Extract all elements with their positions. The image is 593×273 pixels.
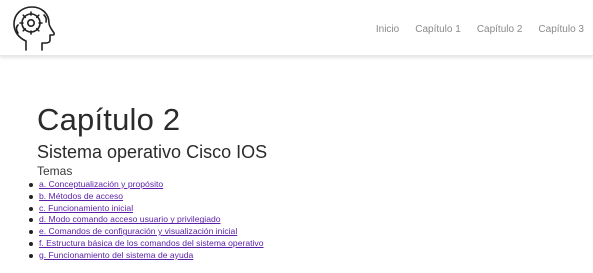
top-navbar: Inicio Capítulo 1 Capítulo 2 Capítulo 3 xyxy=(0,0,593,56)
bullet-icon xyxy=(29,194,33,199)
nav-link-capitulo-3[interactable]: Capítulo 3 xyxy=(538,24,584,35)
list-item: e. Comandos de configuración y visualiza… xyxy=(27,226,577,238)
topic-link-c[interactable]: c. Funcionamiento inicial xyxy=(39,203,133,213)
brain-gear-head-icon[interactable] xyxy=(9,5,59,53)
list-item: a. Conceptualización y propósito xyxy=(27,179,577,191)
topics-heading: Temas xyxy=(37,164,73,178)
bullet-icon xyxy=(29,253,33,258)
bullet-icon xyxy=(29,183,33,187)
main-nav: Inicio Capítulo 1 Capítulo 2 Capítulo 3 xyxy=(376,24,584,35)
list-item: g. Funcionamiento del sistema de ayuda xyxy=(27,250,577,262)
bullet-icon xyxy=(29,241,33,246)
topic-link-e[interactable]: e. Comandos de configuración y visualiza… xyxy=(39,226,237,236)
main-content: Capítulo 2 Sistema operativo Cisco IOS T… xyxy=(29,102,577,262)
topic-link-b[interactable]: b. Métodos de acceso xyxy=(39,191,123,201)
topic-link-f[interactable]: f. Estructura básica de los comandos del… xyxy=(39,238,264,248)
list-item: c. Funcionamiento inicial xyxy=(27,203,577,215)
bullet-icon xyxy=(29,218,33,223)
page-title: Capítulo 2 xyxy=(37,102,181,137)
bullet-icon xyxy=(29,206,33,211)
topic-list: a. Conceptualización y propósito b. Méto… xyxy=(27,179,577,262)
topic-link-g[interactable]: g. Funcionamiento del sistema de ayuda xyxy=(39,250,193,260)
nav-link-capitulo-1[interactable]: Capítulo 1 xyxy=(415,24,461,35)
list-item: f. Estructura básica de los comandos del… xyxy=(27,238,577,250)
list-item: b. Métodos de acceso xyxy=(27,191,577,203)
nav-link-inicio[interactable]: Inicio xyxy=(376,24,399,35)
bullet-icon xyxy=(29,230,33,235)
list-item: d. Modo comando acceso usuario y privile… xyxy=(27,214,577,226)
topic-link-d[interactable]: d. Modo comando acceso usuario y privile… xyxy=(39,214,221,224)
page-subtitle: Sistema operativo Cisco IOS xyxy=(37,142,268,162)
nav-link-capitulo-2[interactable]: Capítulo 2 xyxy=(477,24,523,35)
topic-link-a[interactable]: a. Conceptualización y propósito xyxy=(39,179,163,189)
